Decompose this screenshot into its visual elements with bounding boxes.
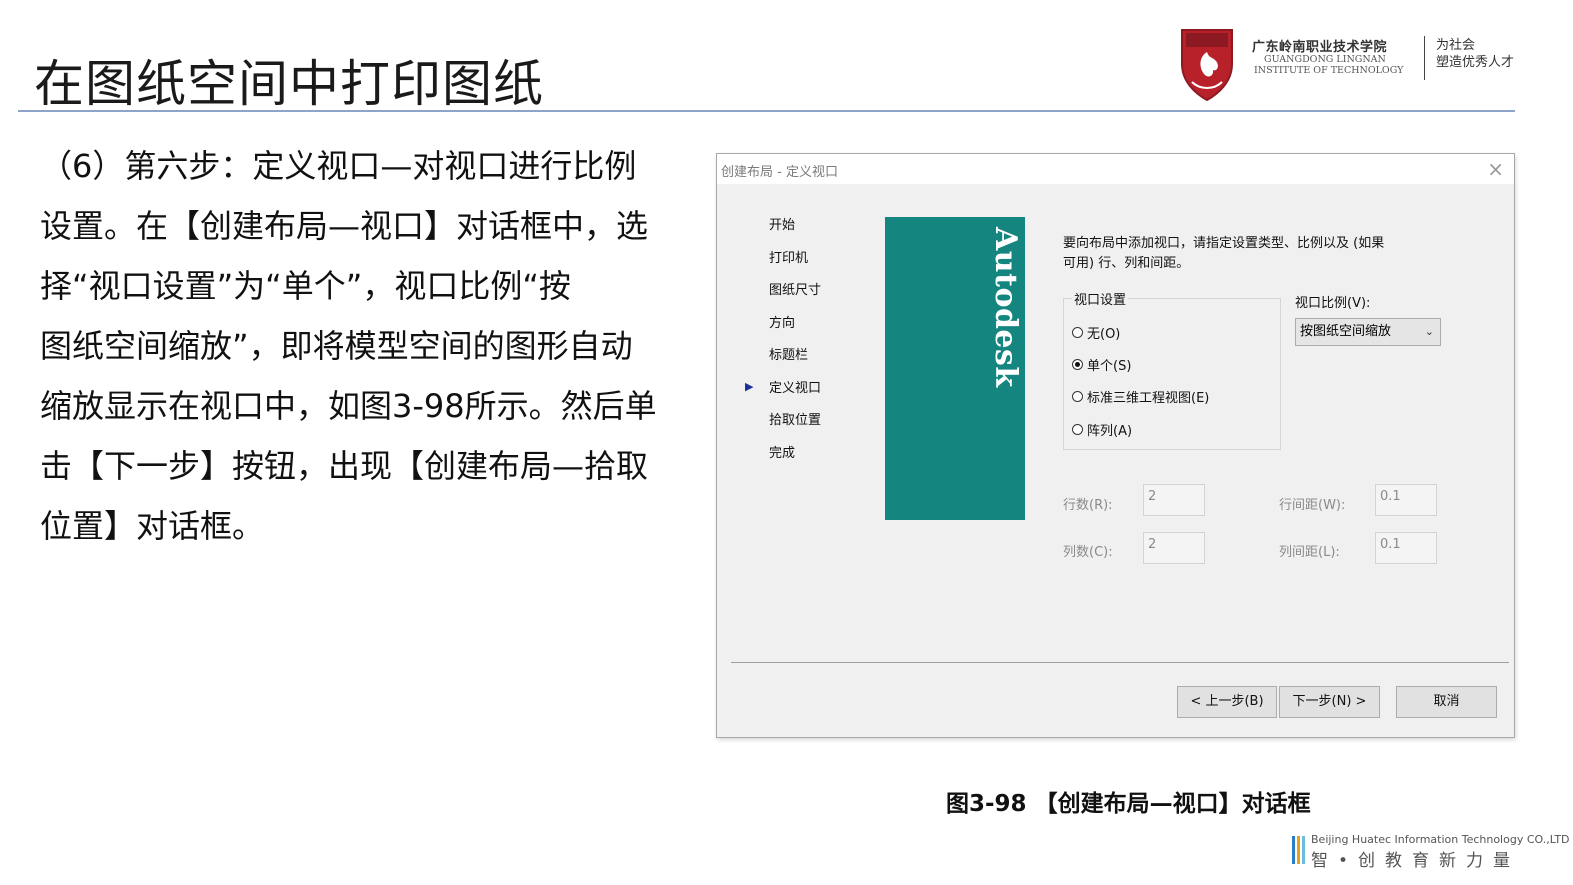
wizard-step-label: 定义视口 <box>769 380 822 396</box>
row-spacing-input[interactable]: 0.1 <box>1375 484 1437 516</box>
wizard-step-label: 开始 <box>769 218 796 233</box>
paragraph-line: 缩放显示在视口中，如图3-98所示。然后单 <box>40 387 657 425</box>
school-slogan: 为社会 塑造优秀人才 <box>1436 38 1515 70</box>
radio-circle-icon <box>1072 359 1083 370</box>
viewport-option-radio[interactable]: 阵列(A) <box>1072 420 1132 439</box>
wizard-step-label: 图纸尺寸 <box>769 283 822 298</box>
autodesk-banner: Autodesk <box>885 217 1025 520</box>
paragraph-line: 图纸空间缩放”，即将模型空间的图形自动 <box>40 327 633 365</box>
wizard-step: 开始 <box>769 218 821 251</box>
school-shield-icon <box>1181 29 1233 102</box>
title-divider <box>18 110 1515 112</box>
paragraph-line: 设置。在【创建布局—视口】对话框中，选 <box>40 207 649 245</box>
viewport-option-label: 标准三维工程视图(E) <box>1087 391 1210 406</box>
wizard-step: 方向 <box>769 316 821 349</box>
viewport-option-radio[interactable]: 无(O) <box>1072 323 1120 342</box>
chevron-down-icon: ⌄ <box>1424 325 1434 338</box>
wizard-step: 打印机 <box>769 251 821 284</box>
cols-input[interactable]: 2 <box>1143 532 1205 564</box>
viewport-option-radio[interactable]: 标准三维工程视图(E) <box>1072 387 1209 406</box>
footer-bar <box>1297 836 1300 864</box>
viewport-option-label: 阵列(A) <box>1087 424 1133 439</box>
paragraph-line: 位置】对话框。 <box>40 507 265 545</box>
viewport-scale-select[interactable]: 按图纸空间缩放 ⌄ <box>1295 318 1441 346</box>
school-name-cn: 广东岭南职业技术学院 <box>1252 40 1388 55</box>
autodesk-logo: Autodesk <box>988 227 1023 388</box>
dialog-instruction: 要向布局中添加视口，请指定设置类型、比例以及 (如果可用) 行、列和间距。 <box>1063 236 1385 271</box>
cancel-button[interactable]: 取消 <box>1396 686 1497 718</box>
radio-circle-icon <box>1072 424 1083 435</box>
rows-label: 行数(R): <box>1063 498 1113 513</box>
footer-company: Beijing Huatec Information Technology CO… <box>1311 833 1570 846</box>
paragraph-line: （6）第六步：定义视口—对视口进行比例 <box>40 147 637 185</box>
paragraph-line: 择“视口设置”为“单个”，视口比例“按 <box>40 267 571 305</box>
rows-input[interactable]: 2 <box>1143 484 1205 516</box>
row-spacing-label: 行间距(W): <box>1279 498 1346 513</box>
paragraph-line: 击【下一步】按钮，出现【创建布局—拾取 <box>40 447 649 485</box>
viewport-setup-label: 视口设置 <box>1072 289 1129 308</box>
wizard-step: 完成 <box>769 446 821 479</box>
back-button[interactable]: < 上一步(B) <box>1177 686 1277 718</box>
footer-brand: Beijing Huatec Information Technology CO… <box>1292 832 1570 872</box>
wizard-step-label: 完成 <box>769 445 796 461</box>
close-icon[interactable]: × <box>1487 157 1504 181</box>
viewport-setup-group: 视口设置 无(O) 单个(S) 标准三维工程视图(E) 阵列(A) <box>1063 289 1281 450</box>
wizard-step: ▶ 定义视口 <box>745 380 822 414</box>
figure-caption: 图3-98 【创建布局—视口】对话框 <box>946 791 1311 817</box>
col-spacing-label: 列间距(L): <box>1279 545 1340 560</box>
radio-circle-icon <box>1072 327 1083 338</box>
viewport-scale-label: 视口比例(V): <box>1295 296 1371 311</box>
wizard-step: 拾取位置 <box>769 413 821 446</box>
viewport-option-label: 无(O) <box>1087 327 1121 342</box>
button-separator <box>731 662 1509 663</box>
next-button[interactable]: 下一步(N) > <box>1279 686 1380 718</box>
slide-title: 在图纸空间中打印图纸 <box>34 55 544 113</box>
wizard-step: 图纸尺寸 <box>769 283 821 316</box>
footer-tagline: 智•创教育新力量 <box>1311 851 1521 871</box>
dialog-title: 创建布局 - 定义视口 <box>721 165 838 180</box>
dialog-titlebar: 创建布局 - 定义视口 × <box>717 154 1514 184</box>
footer-bar <box>1292 836 1295 864</box>
wizard-steps: 开始打印机图纸尺寸方向标题栏 ▶ 定义视口拾取位置完成 <box>745 218 822 479</box>
wizard-step-label: 标题栏 <box>769 348 809 363</box>
wizard-step: 标题栏 <box>769 348 821 381</box>
col-spacing-input[interactable]: 0.1 <box>1375 532 1437 564</box>
viewport-scale-value: 按图纸空间缩放 <box>1300 324 1392 339</box>
footer-bar <box>1302 836 1305 864</box>
create-layout-dialog: 创建布局 - 定义视口 × 开始 打印机 图纸尺寸 方向 标题栏 ▶ 定义视口 拾取位置 完成 … <box>716 153 1515 738</box>
school-name-en: GUANGDONG LINGNAN INSTITUTE OF TECHNOLOG… <box>1254 54 1404 76</box>
logo-divider <box>1424 36 1425 80</box>
instruction-paragraph: （6）第六步：定义视口—对视口进行比例 设置。在【创建布局—视口】对话框中，选 择“… <box>40 136 690 556</box>
wizard-step-label: 拾取位置 <box>769 413 822 428</box>
viewport-option-radio[interactable]: 单个(S) <box>1072 355 1131 374</box>
wizard-step-label: 打印机 <box>769 250 809 266</box>
school-logo: 广东岭南职业技术学院 GUANGDONG LINGNAN INSTITUTE O… <box>1178 24 1548 104</box>
wizard-step-label: 方向 <box>769 315 796 331</box>
viewport-option-label: 单个(S) <box>1087 359 1132 374</box>
radio-circle-icon <box>1072 391 1083 402</box>
current-step-arrow-icon: ▶ <box>745 379 754 393</box>
cols-label: 列数(C): <box>1063 545 1113 560</box>
